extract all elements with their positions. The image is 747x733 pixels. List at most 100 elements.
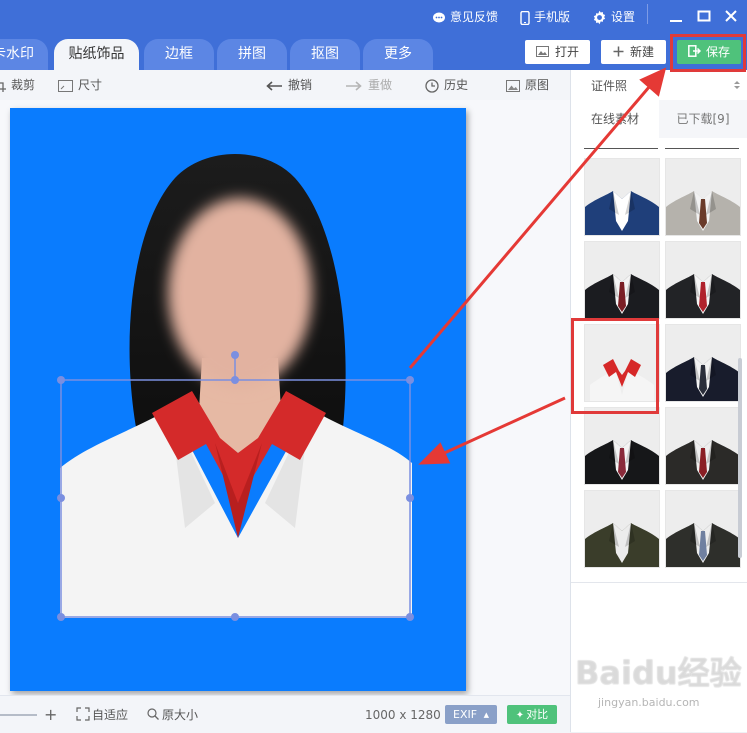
sticker-thumbnail[interactable] bbox=[665, 158, 741, 236]
sticker-thumbnail[interactable] bbox=[665, 241, 741, 319]
exif-label: EXIF bbox=[453, 708, 478, 721]
tab-label: 贴纸饰品 bbox=[68, 46, 125, 62]
magnifier-icon bbox=[147, 708, 159, 720]
feedback-label: 意见反馈 bbox=[450, 10, 499, 24]
zoom-slider[interactable] bbox=[0, 706, 40, 724]
suit-icon bbox=[666, 242, 740, 318]
minimize-button[interactable] bbox=[668, 8, 684, 24]
tab-label: 拼图 bbox=[238, 46, 266, 62]
plus-icon bbox=[613, 46, 624, 57]
thumb-row-edge bbox=[665, 148, 739, 149]
tab-collage[interactable]: 拼图 bbox=[217, 39, 287, 70]
sticker-highlight-box bbox=[571, 318, 659, 414]
save-highlight-box bbox=[670, 34, 746, 72]
settings-label: 设置 bbox=[611, 10, 636, 24]
size-button[interactable]: 尺寸 bbox=[58, 76, 102, 94]
category-label: 证件照 bbox=[591, 79, 628, 93]
sticker-thumbnail[interactable] bbox=[584, 407, 660, 485]
gear-icon bbox=[593, 10, 606, 25]
panel-tabs: 在线素材 已下载[9] bbox=[571, 100, 747, 138]
caret-up-icon: ▲ bbox=[483, 711, 489, 719]
panel-scrollbar[interactable] bbox=[738, 358, 742, 558]
compare-label: 对比 bbox=[526, 708, 549, 721]
tab-cutout[interactable]: 抠图 bbox=[290, 39, 360, 70]
size-label: 尺寸 bbox=[78, 78, 103, 92]
history-button[interactable]: 历史 bbox=[425, 76, 468, 94]
clock-icon bbox=[425, 78, 439, 93]
plus-icon: + bbox=[44, 705, 58, 724]
redo-label: 重做 bbox=[368, 78, 393, 92]
actual-size-button[interactable]: 原大小 bbox=[147, 706, 198, 724]
thumb-row-edge bbox=[584, 148, 658, 149]
new-button[interactable]: 新建 bbox=[601, 40, 666, 64]
suit-icon bbox=[585, 408, 659, 484]
suit-icon bbox=[585, 242, 659, 318]
tab-label: 卡水印 bbox=[0, 46, 34, 62]
tab-label: 已下载[9] bbox=[676, 112, 730, 126]
redo-arrow-icon bbox=[346, 80, 362, 91]
tab-label: 抠图 bbox=[311, 46, 339, 62]
history-label: 历史 bbox=[444, 78, 469, 92]
tab-downloaded[interactable]: 已下载[9] bbox=[659, 100, 747, 138]
tab-watermark[interactable]: 卡水印 bbox=[0, 39, 48, 70]
resize-icon bbox=[58, 79, 73, 92]
edit-toolbar: 裁剪 尺寸 撤销 重做 历史 原图 bbox=[0, 70, 570, 100]
crop-button[interactable]: 裁剪 bbox=[0, 76, 35, 94]
image-dimensions: 1000 x 1280 bbox=[365, 708, 441, 722]
tab-label: 更多 bbox=[384, 46, 412, 62]
tab-more[interactable]: 更多 bbox=[363, 39, 433, 70]
actual-size-label: 原大小 bbox=[162, 708, 199, 722]
sticker-selection-box[interactable] bbox=[0, 100, 570, 695]
editor-canvas bbox=[0, 100, 570, 695]
tab-stickers[interactable]: 贴纸饰品 bbox=[54, 39, 139, 70]
new-label: 新建 bbox=[629, 45, 654, 59]
suit-icon bbox=[666, 408, 740, 484]
original-label: 原图 bbox=[525, 78, 550, 92]
suit-icon bbox=[585, 491, 659, 567]
category-dropdown[interactable]: 证件照 bbox=[571, 70, 747, 101]
crop-icon bbox=[0, 81, 6, 92]
panel-divider bbox=[571, 582, 747, 583]
undo-label: 撤销 bbox=[288, 78, 313, 92]
close-icon bbox=[725, 10, 737, 22]
mobile-version-button[interactable]: 手机版 bbox=[520, 7, 570, 27]
undo-arrow-icon bbox=[266, 80, 282, 91]
exif-button[interactable]: EXIF ▲ bbox=[445, 705, 497, 724]
tab-frame[interactable]: 边框 bbox=[144, 39, 214, 70]
sticker-thumbnail[interactable] bbox=[665, 407, 741, 485]
phone-icon bbox=[520, 10, 530, 25]
suit-icon bbox=[585, 159, 659, 235]
suit-icon bbox=[666, 491, 740, 567]
redo-button[interactable]: 重做 bbox=[345, 76, 392, 94]
settings-button[interactable]: 设置 bbox=[592, 7, 635, 27]
maximize-button[interactable] bbox=[696, 8, 712, 24]
updown-caret-icon bbox=[734, 81, 740, 89]
title-bar: 意见反馈 手机版 设置 bbox=[0, 0, 747, 33]
watermark-url: jingyan.baidu.com bbox=[598, 696, 700, 709]
status-bar: + 自适应 原大小 1000 x 1280 EXIF ▲ ✦ 对比 bbox=[0, 695, 570, 733]
sticker-thumbnail[interactable] bbox=[584, 158, 660, 236]
fit-icon bbox=[76, 707, 90, 721]
close-button[interactable] bbox=[723, 8, 739, 24]
sticker-thumbnail[interactable] bbox=[665, 490, 741, 568]
open-label: 打开 bbox=[554, 45, 579, 59]
fit-button[interactable]: 自适应 bbox=[76, 706, 128, 724]
crop-label: 裁剪 bbox=[11, 78, 36, 92]
sticker-thumbnail[interactable] bbox=[584, 490, 660, 568]
open-button[interactable]: 打开 bbox=[525, 40, 590, 64]
sticker-thumbnail[interactable] bbox=[665, 324, 741, 402]
minimize-icon bbox=[670, 20, 682, 22]
maximize-icon bbox=[697, 10, 711, 22]
picture-icon bbox=[506, 79, 520, 92]
chat-bubble-icon bbox=[433, 12, 445, 22]
original-image-button[interactable]: 原图 bbox=[506, 76, 549, 94]
sticker-thumbnail[interactable] bbox=[584, 241, 660, 319]
compare-button[interactable]: ✦ 对比 bbox=[507, 705, 557, 724]
zoom-in-button[interactable]: + bbox=[44, 706, 57, 724]
mobile-label: 手机版 bbox=[534, 10, 571, 24]
suit-icon bbox=[666, 159, 740, 235]
undo-button[interactable]: 撤销 bbox=[265, 76, 312, 94]
feedback-button[interactable]: 意见反馈 bbox=[432, 7, 498, 27]
tab-label: 边框 bbox=[165, 46, 193, 62]
tab-online-materials[interactable]: 在线素材 bbox=[571, 100, 659, 138]
